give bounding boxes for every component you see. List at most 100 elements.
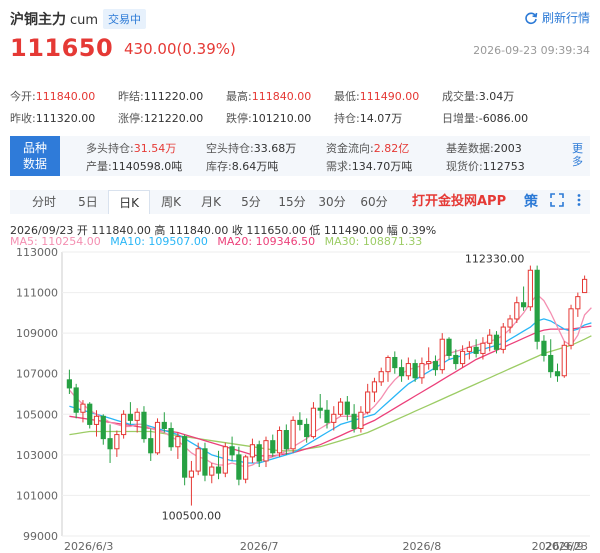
candle-body xyxy=(93,415,100,425)
open-app-link[interactable]: 打开金投网APP xyxy=(412,190,506,214)
candle-body xyxy=(73,387,79,413)
candle-body xyxy=(392,356,398,369)
candle-body xyxy=(168,427,174,448)
candle-body xyxy=(554,371,561,377)
y-tick-label: 103000 xyxy=(16,449,58,462)
candle-body xyxy=(541,340,547,356)
y-tick-label: 111000 xyxy=(16,287,58,300)
candle-body xyxy=(561,344,567,377)
candle-body xyxy=(270,440,276,454)
price-change: 430.00(0.39%) xyxy=(124,40,236,58)
candle-body xyxy=(236,454,242,480)
tab-daily-k[interactable]: 日K xyxy=(108,190,150,214)
candle-body xyxy=(80,403,86,413)
candle-body xyxy=(188,470,195,478)
candle-body xyxy=(209,466,215,476)
info-long-position: 多头持仓:31.54万 xyxy=(86,142,177,155)
refresh-icon xyxy=(525,11,538,24)
y-tick-label: 101000 xyxy=(16,489,58,502)
candle-body xyxy=(317,407,323,411)
candle-body xyxy=(148,438,154,454)
info-output: 产量:1140598.0吨 xyxy=(86,160,183,173)
candle-body xyxy=(378,371,384,383)
candle-body xyxy=(520,302,527,308)
tab-60min[interactable]: 60分 xyxy=(354,190,394,214)
candle-body xyxy=(358,411,364,429)
kline-chart[interactable]: 99000 101000 103000 105000 107000 109000 11100… xyxy=(0,246,600,553)
candle-body xyxy=(371,381,378,393)
x-tick-label: 2026/7 xyxy=(240,540,279,553)
candle-body xyxy=(527,269,533,308)
candle-body xyxy=(351,413,357,429)
candle-body xyxy=(582,278,588,294)
instrument-code: cum xyxy=(70,13,99,28)
tab-weekly-k[interactable]: 周K xyxy=(152,190,190,214)
candle-body xyxy=(229,446,235,456)
strategy-icon[interactable]: 策 xyxy=(522,193,540,211)
candle-body xyxy=(446,338,452,356)
ma10-line xyxy=(69,318,592,464)
candle-body xyxy=(182,436,188,478)
info-demand: 需求:134.70万吨 xyxy=(326,160,413,173)
candle-body xyxy=(100,415,106,440)
ma5-line xyxy=(68,293,592,468)
candle-body xyxy=(575,296,581,310)
refresh-quote-button[interactable]: 刷新行情 xyxy=(524,9,590,26)
x-tick-label: 2026/9/23 xyxy=(532,540,588,553)
candle-body xyxy=(405,363,411,377)
candle-body xyxy=(304,423,310,438)
tab-monthly-k[interactable]: 月K xyxy=(192,190,230,214)
candle-body xyxy=(283,430,289,450)
candle-body xyxy=(398,367,405,377)
info-more-link[interactable]: 更多 xyxy=(572,142,584,168)
tab-15min[interactable]: 15分 xyxy=(272,190,312,214)
candle-body xyxy=(256,444,262,462)
instrument-title: 沪铜主力 cum xyxy=(10,9,98,29)
candle-body xyxy=(419,363,425,379)
candle-body xyxy=(344,401,350,415)
candle-body xyxy=(276,430,283,454)
candle-body xyxy=(195,448,201,472)
candle-body xyxy=(412,363,418,379)
stat-daily-change: 日增量:-6086.00 xyxy=(442,112,529,125)
tab-intraday[interactable]: 分时 xyxy=(20,190,68,214)
tab-5min[interactable]: 5分 xyxy=(232,190,270,214)
candle-body xyxy=(297,419,303,425)
candle-body xyxy=(514,302,520,320)
candle-body xyxy=(466,346,472,352)
candle-body xyxy=(114,434,120,450)
candle-body xyxy=(141,411,147,440)
candle-body xyxy=(507,318,513,328)
tab-5day[interactable]: 5日 xyxy=(68,190,108,214)
instrument-name: 沪铜主力 xyxy=(10,12,66,28)
variety-data-tag[interactable]: 品种 数据 xyxy=(10,136,60,176)
last-price: 111650 xyxy=(10,34,114,62)
candle-body xyxy=(324,409,330,423)
stat-limit-down: 跌停:101210.00 xyxy=(226,112,312,125)
fullscreen-icon[interactable] xyxy=(548,193,566,211)
candle-body xyxy=(310,407,317,438)
y-tick-label: 113000 xyxy=(16,246,58,259)
candle-body xyxy=(87,403,93,425)
candle-body xyxy=(480,342,486,354)
quote-header: 沪铜主力 cum 交易中 刷新行情 111650 430.00(0.39%) 20… xyxy=(0,0,600,64)
trading-status-badge: 交易中 xyxy=(103,9,146,29)
stat-open-interest: 持仓:14.07万 xyxy=(334,112,403,125)
info-spot-price: 现货价:112753 xyxy=(446,160,525,173)
stat-prev-close: 昨收:111320.00 xyxy=(10,112,96,125)
info-inventory: 库存:8.64万吨 xyxy=(206,160,279,173)
candle-body xyxy=(439,338,445,371)
tab-30min[interactable]: 30分 xyxy=(312,190,352,214)
more-options-icon[interactable] xyxy=(570,193,588,211)
candle-body xyxy=(222,446,228,474)
ma30-line xyxy=(69,335,592,452)
y-tick-label: 107000 xyxy=(16,368,58,381)
candle-body xyxy=(290,419,296,450)
candle-body xyxy=(365,391,371,413)
candle-body xyxy=(263,440,269,462)
y-tick-label: 99000 xyxy=(23,530,58,543)
info-basis: 基差数据:2003 xyxy=(446,142,522,155)
candle-body xyxy=(121,413,127,436)
candle-body xyxy=(432,361,439,371)
candle-body xyxy=(249,444,256,458)
